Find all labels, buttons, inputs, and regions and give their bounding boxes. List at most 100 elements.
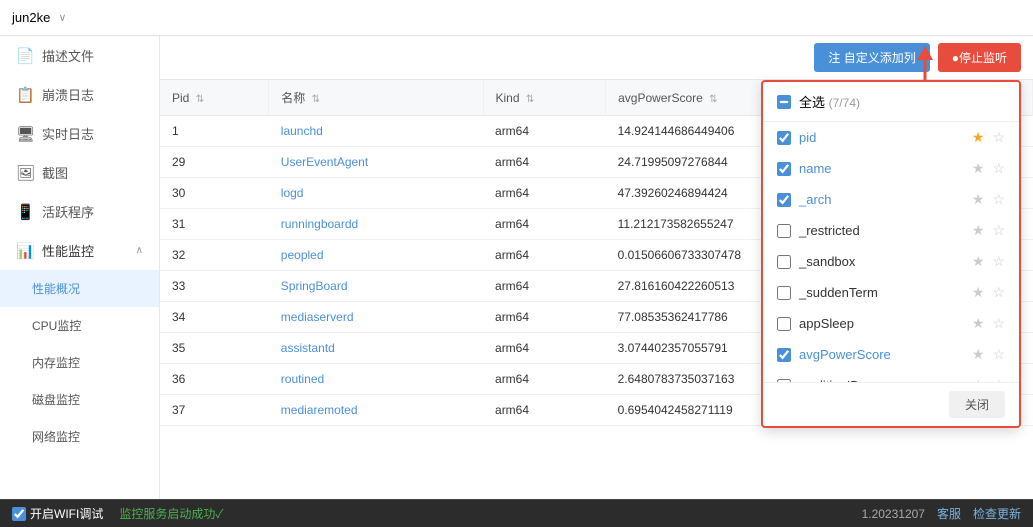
select-all-text: 全选 [799,95,825,110]
dropdown-list: pid★☆name★☆_arch★☆_restricted★☆_sandbox★… [763,122,1019,382]
sidebar-item-mem-monitor[interactable]: 内存监控 [0,344,159,381]
cell-name[interactable]: launchd [269,116,483,147]
sidebar-item-perf-overview[interactable]: 性能概况 [0,270,159,307]
sidebar-item-label: 描述文件 [42,46,94,65]
checkbox-_arch[interactable] [777,193,791,207]
col-pid[interactable]: Pid ⇅ [160,80,269,116]
service-link[interactable]: 客服 [937,505,961,522]
star-empty-icon[interactable]: ☆ [992,160,1005,177]
service-status-label: 监控服务启动成功✓ [119,505,223,522]
star-empty-icon[interactable]: ☆ [992,191,1005,208]
perf-monitor-icon: 📊 [16,242,34,260]
dropdown-item[interactable]: pid ★ ☆ [763,122,1019,153]
sidebar-item-cpu-monitor[interactable]: CPU监控 [0,307,159,344]
dropdown-item[interactable]: _restricted★☆ [763,215,1019,246]
star-empty-icon[interactable]: ☆ [992,346,1005,363]
checkbox-_sandbox[interactable] [777,255,791,269]
star-empty-icon[interactable]: ☆ [992,315,1005,332]
checkbox-_restricted[interactable] [777,224,791,238]
star-filled-icon[interactable]: ★ [972,191,985,208]
close-panel-button[interactable]: 关闭 [949,391,1005,418]
cell-name[interactable]: peopled [269,240,483,271]
cell-name[interactable]: mediaremoted [269,395,483,426]
sidebar-item-net-monitor[interactable]: 网络监控 [0,418,159,455]
status-right: 1.20231207 客服 检查更新 [862,505,1021,522]
custom-add-label: 注 自定义添加列 [828,49,915,66]
star-filled-icon[interactable]: ★ [972,377,985,382]
star-empty-icon[interactable]: ☆ [992,129,1005,146]
star-filled-icon[interactable]: ★ [972,346,985,363]
cell-name[interactable]: UserEventAgent [269,147,483,178]
cell-name[interactable]: assistantd [269,333,483,364]
top-bar: jun2ke ∨ [0,0,1033,36]
col-name[interactable]: 名称 ⇅ [269,80,483,116]
version-label: 1.20231207 [862,507,925,521]
checkbox-pid[interactable] [777,131,791,145]
cell-name[interactable]: SpringBoard [269,271,483,302]
cell-kind: arm64 [483,116,606,147]
cell-name[interactable]: routined [269,364,483,395]
sidebar-item-describe[interactable]: 📄 描述文件 [0,36,159,75]
dropdown-item[interactable]: avgPowerScore★☆ [763,339,1019,370]
sidebar-item-screenshot[interactable]: 🖼 截图 [0,153,159,192]
dropdown-item[interactable]: _arch ★ ☆ [763,184,1019,215]
sort-icon: ⇅ [312,94,320,105]
describe-icon: 📄 [16,47,34,65]
cell-name[interactable]: mediaserverd [269,302,483,333]
cell-pid: 31 [160,209,269,240]
sidebar-item-label: 网络监控 [32,428,80,445]
sort-icon: ⇅ [709,94,717,105]
star-filled-icon[interactable]: ★ [972,284,985,301]
cell-name[interactable]: logd [269,178,483,209]
star-empty-icon[interactable]: ☆ [992,284,1005,301]
star-empty-icon[interactable]: ☆ [992,222,1005,239]
demo-log-icon: 📋 [16,86,34,104]
star-filled-icon[interactable]: ★ [972,315,985,332]
cell-name[interactable]: runningboardd [269,209,483,240]
checkbox-avgPowerScore[interactable] [777,348,791,362]
sidebar-item-active-app[interactable]: 📱 活跃程序 [0,192,159,231]
star-filled-icon[interactable]: ★ [972,222,985,239]
stop-monitor-button[interactable]: ●停止监听 [938,43,1021,72]
update-link[interactable]: 检查更新 [973,505,1021,522]
wifi-label: 开启WIFI调试 [30,505,103,522]
dropdown-item-label-pid: pid [799,130,964,145]
dropdown-item[interactable]: _suddenTerm★☆ [763,277,1019,308]
col-kind[interactable]: Kind ⇅ [483,80,606,116]
dropdown-item[interactable]: coalitionID★☆ [763,370,1019,382]
dropdown-item[interactable]: name ★ ☆ [763,153,1019,184]
cell-kind: arm64 [483,333,606,364]
star-filled-icon[interactable]: ★ [972,129,985,146]
checkbox-_suddenTerm[interactable] [777,286,791,300]
sidebar-item-label: 崩溃日志 [42,85,94,104]
service-status: 监控服务启动成功✓ [119,505,223,522]
top-bar-arrow[interactable]: ∨ [58,11,66,24]
sidebar-item-perf-monitor[interactable]: 📊 性能监控 ∧ [0,231,159,270]
dropdown-item[interactable]: appSleep★☆ [763,308,1019,339]
sidebar-item-disk-monitor[interactable]: 磁盘监控 [0,381,159,418]
cell-kind: arm64 [483,209,606,240]
cell-pid: 29 [160,147,269,178]
stop-monitor-label: ●停止监听 [952,49,1007,66]
star-empty-icon[interactable]: ☆ [992,377,1005,382]
checkbox-appSleep[interactable] [777,317,791,331]
star-filled-icon[interactable]: ★ [972,160,985,177]
select-all-checkbox[interactable] [777,95,791,109]
cell-kind: arm64 [483,147,606,178]
cell-pid: 36 [160,364,269,395]
cell-pid: 33 [160,271,269,302]
star-filled-icon[interactable]: ★ [972,253,985,270]
star-empty-icon[interactable]: ☆ [992,253,1005,270]
cell-kind: arm64 [483,178,606,209]
cell-pid: 30 [160,178,269,209]
dropdown-item-label-_arch: _arch [799,192,964,207]
dropdown-item-label-name: name [799,161,964,176]
select-all-label[interactable]: 全选 (7/74) [799,92,860,111]
dropdown-item[interactable]: _sandbox★☆ [763,246,1019,277]
sidebar-item-realtime-log[interactable]: 🖥 实时日志 [0,114,159,153]
checkbox-name[interactable] [777,162,791,176]
wifi-checkbox[interactable] [12,507,26,521]
sidebar-item-demo-log[interactable]: 📋 崩溃日志 [0,75,159,114]
realtime-log-icon: 🖥 [16,125,34,143]
checkbox-coalitionID[interactable] [777,379,791,383]
